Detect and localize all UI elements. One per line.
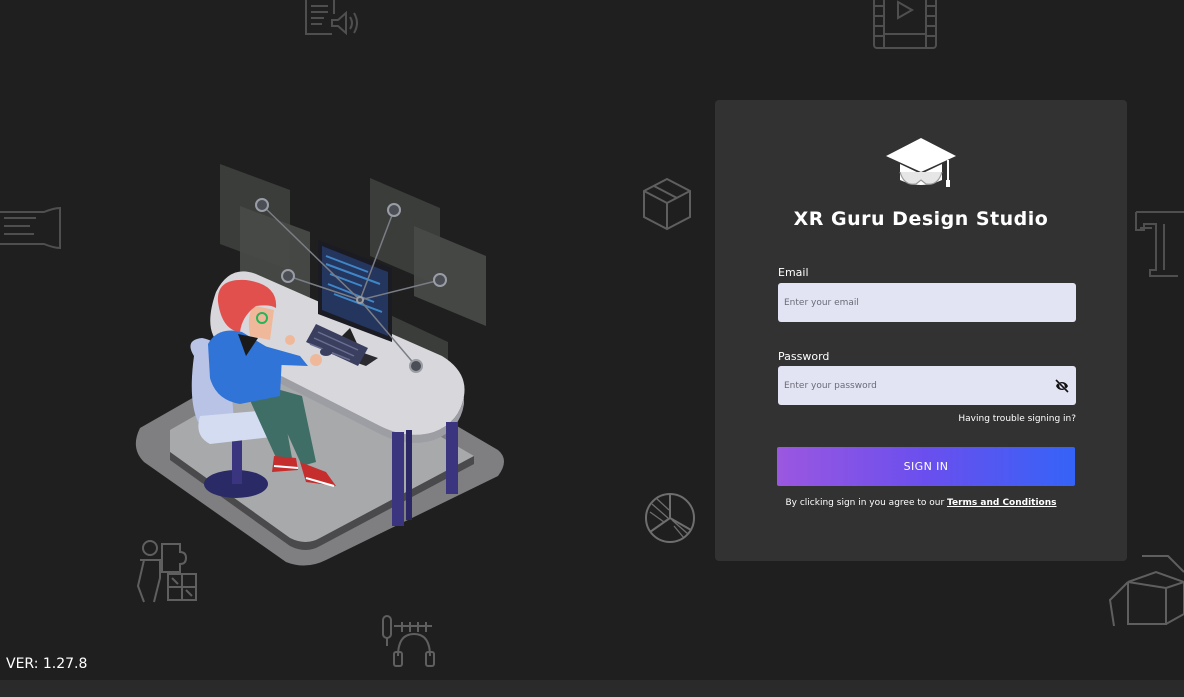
version-label: VER: 1.27.8 [6, 656, 88, 672]
terms-notice: By clicking sign in you agree to our Ter… [715, 498, 1127, 508]
document-audio-icon [302, 0, 362, 40]
headphones-mic-icon [380, 612, 436, 668]
login-page: XR Guru Design Studio Email Password Hav… [0, 0, 1184, 697]
letter-t-icon [1134, 208, 1184, 280]
video-film-icon [870, 0, 940, 52]
password-field[interactable] [778, 366, 1076, 405]
password-label: Password [778, 350, 830, 363]
email-label: Email [778, 266, 809, 279]
pie-chart-icon [642, 490, 698, 546]
app-title: XR Guru Design Studio [793, 208, 1049, 230]
cube-icon [640, 176, 694, 232]
text-lines-icon [0, 200, 66, 256]
graduation-cap-vr-headset-icon [884, 136, 958, 194]
eye-off-icon[interactable] [1054, 378, 1070, 394]
bottom-bar [0, 680, 1184, 697]
trouble-signing-in-link[interactable]: Having trouble signing in? [958, 414, 1076, 424]
email-field[interactable] [778, 283, 1076, 322]
terms-prefix: By clicking sign in you agree to our [785, 498, 945, 508]
sign-in-button[interactable]: SIGN IN [777, 447, 1075, 486]
open-box-icon [1106, 554, 1184, 630]
terms-and-conditions-link[interactable]: Terms and Conditions [947, 498, 1056, 508]
login-card: XR Guru Design Studio Email Password Hav… [715, 100, 1127, 561]
developer-at-desk-illustration [130, 160, 510, 570]
